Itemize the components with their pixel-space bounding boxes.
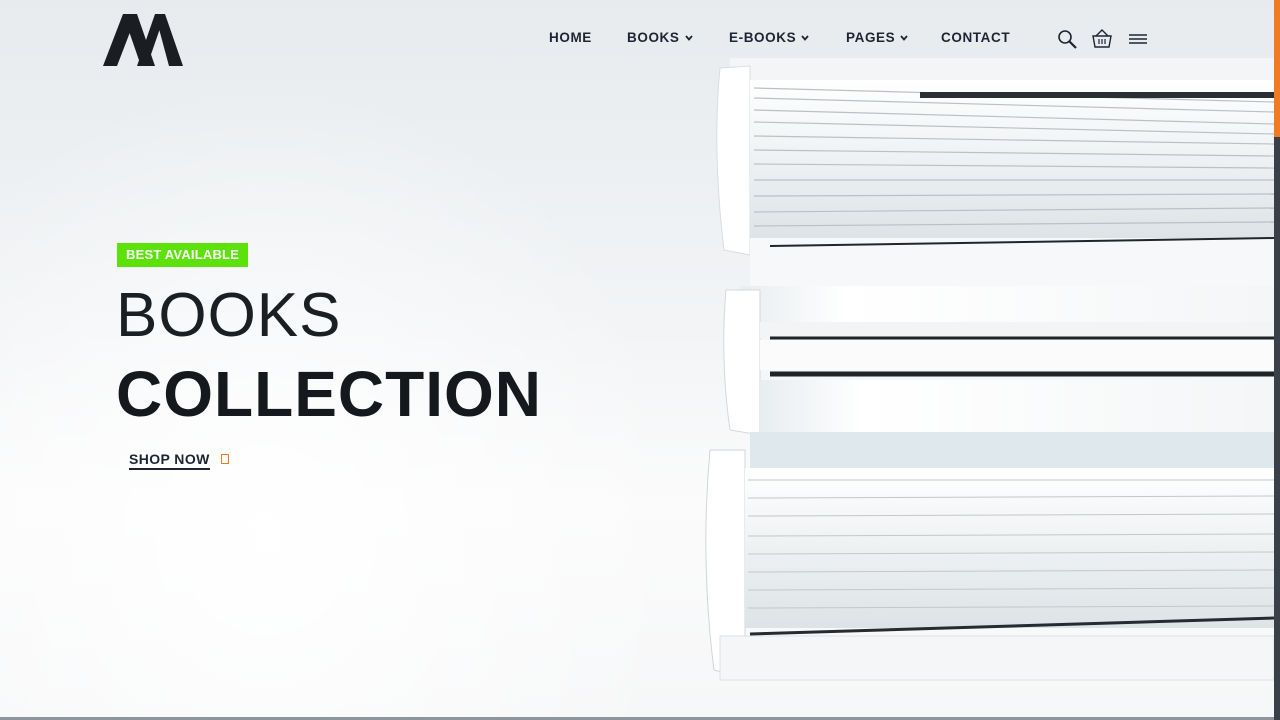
nav-books-label: BOOKS — [627, 30, 680, 45]
book-stack-image — [705, 58, 1274, 681]
nav-home-label: HOME — [549, 30, 592, 45]
cart-icon[interactable] — [1091, 28, 1113, 50]
nav-contact[interactable]: CONTACT — [941, 30, 1010, 45]
nav-books[interactable]: BOOKS — [627, 30, 693, 45]
search-icon[interactable] — [1056, 28, 1078, 50]
arrow-icon[interactable] — [221, 454, 229, 464]
hero-title-line2: COLLECTION — [116, 358, 542, 430]
shop-now-button[interactable]: SHOP NOW — [129, 451, 210, 470]
chevron-down-icon — [684, 34, 693, 41]
site-logo[interactable] — [103, 14, 183, 66]
nav-ebooks[interactable]: E-BOOKS — [729, 30, 809, 45]
nav-pages-label: PAGES — [846, 30, 896, 45]
nav-pages[interactable]: PAGES — [846, 30, 908, 45]
menu-icon[interactable] — [1127, 28, 1149, 50]
chevron-down-icon — [801, 34, 809, 41]
chevron-down-icon — [900, 34, 908, 41]
scrollbar-thumb[interactable] — [1274, 0, 1280, 137]
hero-title-line1: BOOKS — [116, 281, 342, 350]
nav-contact-label: CONTACT — [941, 30, 1011, 45]
hero-badge: BEST AVAILABLE — [117, 243, 249, 267]
nav-home[interactable]: HOME — [549, 30, 592, 45]
nav-ebooks-label: E-BOOKS — [729, 30, 797, 45]
